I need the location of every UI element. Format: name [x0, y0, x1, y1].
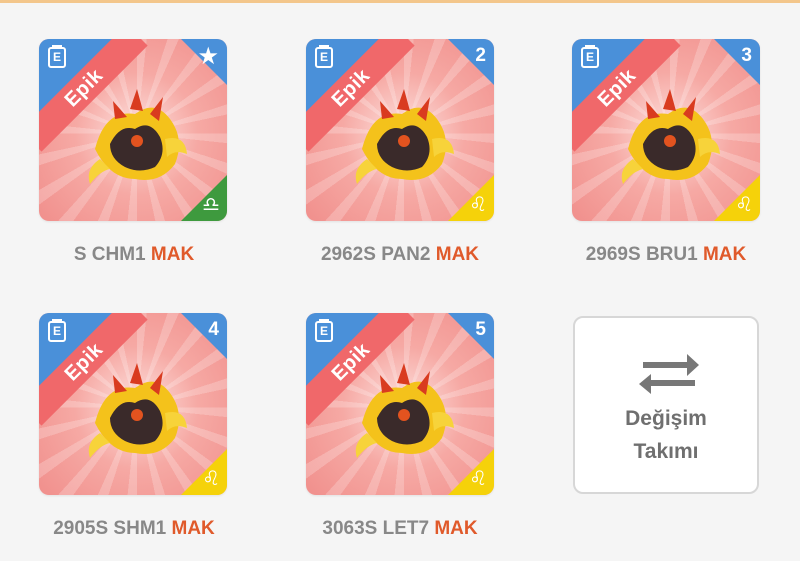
document-icon-letter: E — [585, 50, 594, 64]
star-icon: ★ — [197, 43, 219, 70]
card-level: MAK — [702, 244, 747, 265]
swap-team-label: Değişim Takımı — [575, 402, 757, 468]
card-5-label: 3063S LET7 MAK — [270, 518, 530, 540]
libra-icon: ♎ — [202, 194, 220, 216]
document-icon[interactable]: E — [315, 319, 333, 342]
leo-icon: ♌ — [469, 468, 487, 490]
card-name: 2962S PAN2 — [320, 244, 431, 265]
document-icon[interactable]: E — [48, 45, 66, 68]
leo-icon: ♌ — [735, 194, 753, 216]
badge-corner — [448, 313, 494, 359]
card-3-label: 2969S BRU1 MAK — [536, 244, 796, 266]
swap-arrows-icon — [639, 354, 699, 394]
slot-number: 2 — [475, 45, 486, 66]
card-4-label: 2905S SHM1 MAK — [4, 518, 264, 540]
card-1-label: S CHM1 MAK — [4, 244, 264, 266]
swap-team-button[interactable]: Değişim Takımı — [573, 316, 759, 494]
leo-icon: ♌ — [469, 194, 487, 216]
document-icon-letter: E — [319, 324, 328, 338]
swap-label-line1: Değişim — [625, 407, 707, 430]
card-name: 2969S BRU1 — [585, 244, 698, 265]
leo-icon: ♌ — [202, 468, 220, 490]
document-icon-letter: E — [52, 50, 61, 64]
card-2-label: 2962S PAN2 MAK — [270, 244, 530, 266]
badge-corner — [714, 39, 760, 85]
document-icon[interactable]: E — [48, 319, 66, 342]
document-icon-letter: E — [52, 324, 61, 338]
badge-corner — [181, 313, 227, 359]
slot-number: 3 — [741, 45, 752, 66]
dragon-card-2[interactable]: Epik E 2 ♌ — [306, 39, 494, 221]
badge-corner — [448, 39, 494, 85]
card-level: MAK — [171, 518, 215, 539]
card-level: MAK — [150, 244, 195, 265]
document-icon[interactable]: E — [315, 45, 333, 68]
dragon-card-4[interactable]: Epik E 4 ♌ — [39, 313, 227, 495]
document-icon[interactable]: E — [581, 45, 599, 68]
swap-label-line2: Takımı — [633, 440, 699, 463]
dragon-card-3[interactable]: Epik E 3 ♌ — [572, 39, 760, 221]
card-name: 3063S LET7 — [322, 518, 430, 539]
dragon-card-5[interactable]: Epik E 5 ♌ — [306, 313, 494, 495]
card-level: MAK — [434, 518, 478, 539]
slot-number: 5 — [475, 319, 486, 340]
slot-number: 4 — [208, 319, 219, 340]
card-level: MAK — [435, 244, 480, 265]
top-divider — [0, 0, 800, 3]
document-icon-letter: E — [319, 50, 328, 64]
dragon-card-1[interactable]: Epik E ★ ♎ — [39, 39, 227, 221]
card-name: S CHM1 — [73, 244, 146, 265]
card-name: 2905S SHM1 — [53, 518, 167, 539]
